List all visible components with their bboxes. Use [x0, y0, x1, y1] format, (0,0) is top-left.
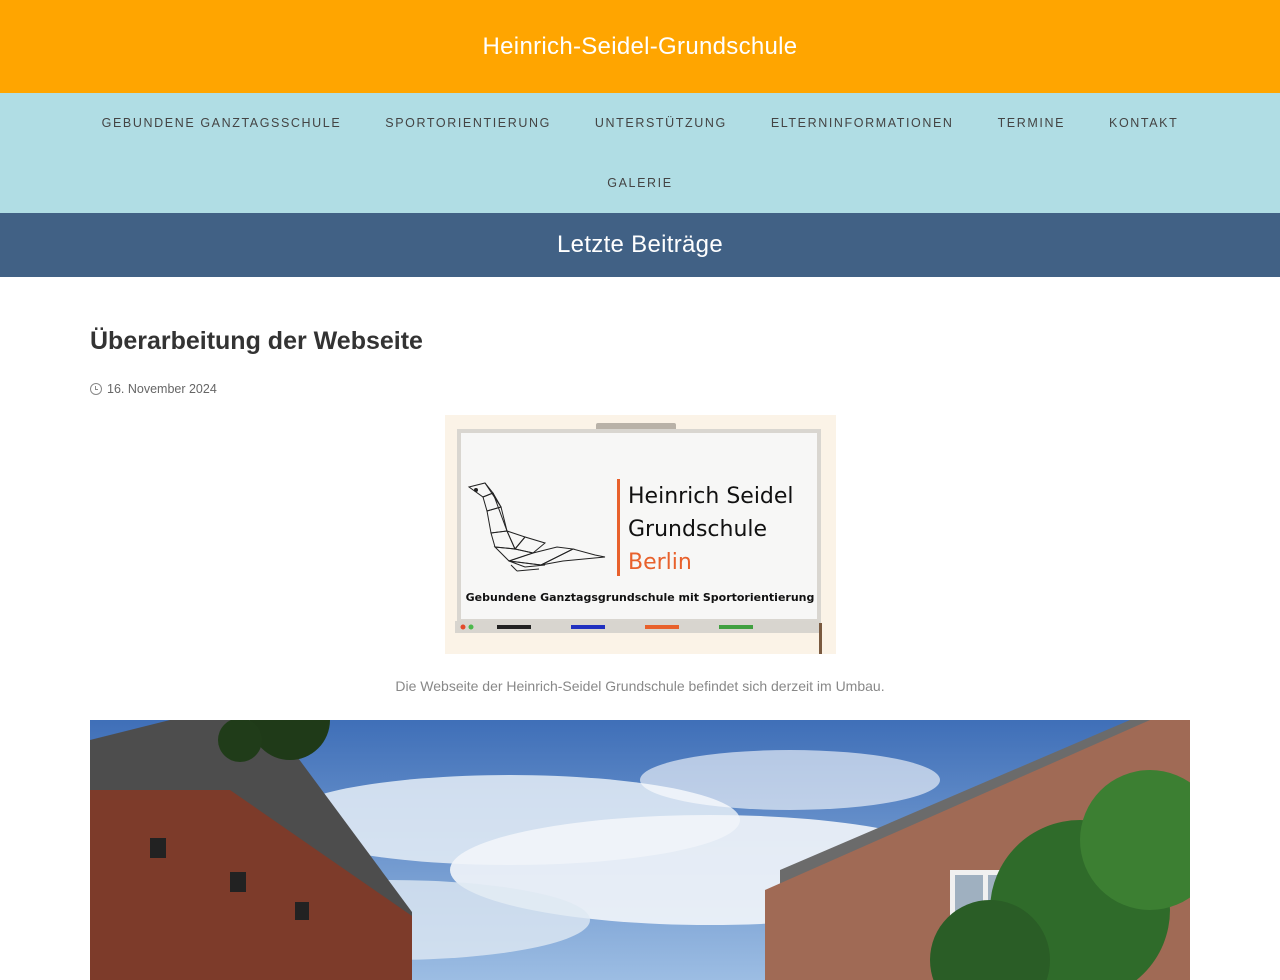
logo-tagline: Gebundene Ganztagsgrundschule mit Sporto… — [465, 591, 814, 604]
nav-item-ganztagsschule[interactable]: Gebundene Ganztagsschule — [80, 116, 364, 130]
nav-item-elterninformationen[interactable]: Elterninformationen — [749, 116, 976, 130]
post-meta: 16. November 2024 — [90, 382, 1190, 396]
main-content: Überarbeitung der Webseite 16. November … — [90, 327, 1190, 980]
logo-text-line3: Berlin — [628, 550, 692, 575]
logo-accent-bar — [616, 479, 620, 576]
nav-item-unterstuetzung[interactable]: Unterstützung — [573, 116, 749, 130]
nav-item-sportorientierung[interactable]: Sportorientierung — [363, 116, 573, 130]
site-header: Heinrich-Seidel-Grundschule — [0, 0, 1280, 93]
whiteboard-illustration: Heinrich Seidel Grundschule Berlin Gebun… — [454, 423, 822, 654]
clock-icon — [90, 383, 102, 395]
nav-item-kontakt[interactable]: Kontakt — [1087, 116, 1200, 130]
post-title[interactable]: Überarbeitung der Webseite — [90, 327, 1190, 356]
main-navigation: Gebundene Ganztagsschule Sportorientieru… — [0, 93, 1280, 213]
figure-caption: Die Webseite der Heinrich-Seidel Grundsc… — [395, 678, 885, 694]
page-heading: Letzte Beiträge — [557, 231, 723, 258]
logo-text-line1: Heinrich Seidel — [628, 484, 794, 509]
nav-row-1: Gebundene Ganztagsschule Sportorientieru… — [0, 93, 1280, 153]
post-date[interactable]: 16. November 2024 — [107, 382, 217, 396]
logo-text-line2: Grundschule — [628, 517, 767, 542]
site-title-link[interactable]: Heinrich-Seidel-Grundschule — [483, 33, 798, 61]
school-building-photo — [90, 720, 1190, 980]
page-heading-bar: Letzte Beiträge — [0, 213, 1280, 277]
post-figure: Heinrich Seidel Grundschule Berlin Gebun… — [90, 415, 1190, 654]
school-photo-illustration — [90, 720, 1190, 980]
school-logo-image: Heinrich Seidel Grundschule Berlin Gebun… — [444, 415, 836, 654]
nav-item-galerie[interactable]: Galerie — [585, 176, 694, 190]
nav-item-termine[interactable]: Termine — [976, 116, 1087, 130]
nav-row-2: Galerie — [0, 153, 1280, 213]
